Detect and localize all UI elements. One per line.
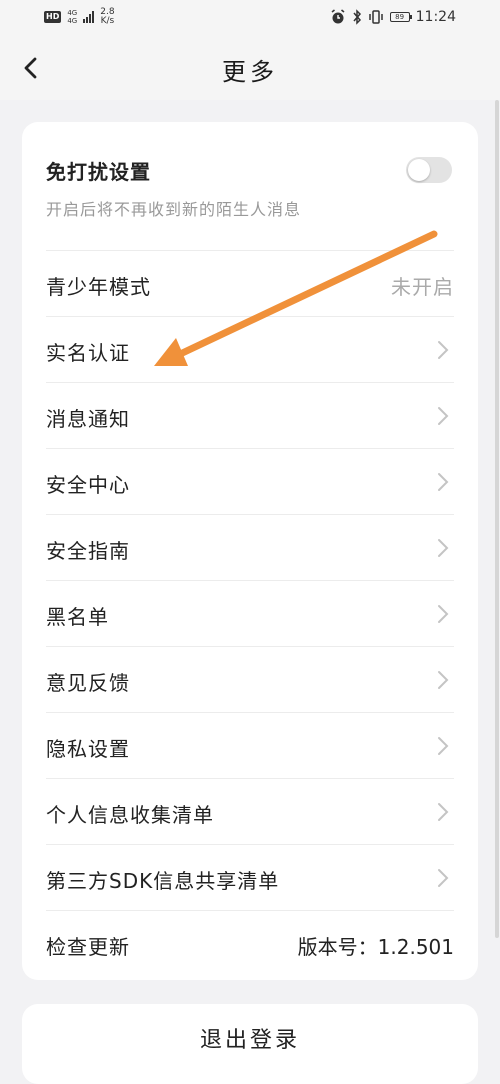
settings-item-label: 意见反馈 (46, 671, 130, 695)
settings-item-personal-info-list[interactable]: 个人信息收集清单 (46, 778, 454, 844)
chevron-right-icon (438, 473, 449, 491)
network-type: 4G 4G (67, 9, 77, 25)
settings-item-third-party-sdk[interactable]: 第三方SDK信息共享清单 (46, 844, 454, 910)
network-type-top: 4G (67, 9, 78, 17)
teen-mode-status: 未开启 (391, 275, 454, 299)
logout-label: 退出登录 (199, 1028, 300, 1053)
do-not-disturb-subtitle: 开启后将不再收到新的陌生人消息 (46, 200, 302, 219)
chevron-right-icon (438, 671, 449, 689)
settings-item-label: 检查更新 (46, 935, 130, 959)
status-bar: HD 4G 4G 2.8 K/s 89 11:24 (0, 0, 500, 36)
chevron-right-icon (438, 341, 449, 359)
settings-item-label: 隐私设置 (46, 737, 130, 761)
chevron-right-icon (438, 605, 449, 623)
status-right: 89 11:24 (330, 9, 456, 25)
settings-item-label: 个人信息收集清单 (46, 803, 214, 827)
alarm-icon (331, 9, 345, 24)
settings-card: 免打扰设置 开启后将不再收到新的陌生人消息 青少年模式 未开启 实名认证 消息通… (22, 122, 478, 980)
bluetooth-icon (353, 9, 361, 25)
chevron-right-icon (438, 803, 449, 821)
settings-item-label: 安全中心 (46, 473, 130, 497)
title-bar: 更多 (0, 36, 500, 100)
settings-item-teen-mode[interactable]: 青少年模式 未开启 (46, 250, 454, 316)
logout-button[interactable]: 退出登录 (22, 1004, 478, 1084)
settings-item-check-update[interactable]: 检查更新 版本号：1.2.501 (46, 910, 454, 976)
settings-item-security-center[interactable]: 安全中心 (46, 448, 454, 514)
settings-item-label: 实名认证 (46, 341, 130, 365)
do-not-disturb-title: 免打扰设置 (46, 160, 151, 184)
network-speed: 2.8 K/s (100, 8, 114, 26)
network-speed-unit: K/s (100, 16, 115, 26)
page-title: 更多 (222, 58, 278, 86)
scrollbar[interactable] (495, 100, 499, 938)
toggle-knob (408, 159, 430, 181)
signal-icon (83, 11, 95, 23)
settings-item-security-guide[interactable]: 安全指南 (46, 514, 454, 580)
battery-icon: 89 (389, 12, 412, 22)
settings-item-label: 第三方SDK信息共享清单 (46, 869, 280, 893)
hd-badge: HD (44, 11, 62, 23)
settings-item-privacy[interactable]: 隐私设置 (46, 712, 454, 778)
settings-item-label: 消息通知 (46, 407, 130, 431)
status-left: HD 4G 4G 2.8 K/s (44, 8, 115, 26)
version-number: 版本号：1.2.501 (297, 935, 454, 959)
chevron-right-icon (438, 869, 449, 887)
status-time: 11:24 (415, 9, 456, 25)
settings-item-feedback[interactable]: 意见反馈 (46, 646, 454, 712)
do-not-disturb-row: 免打扰设置 开启后将不再收到新的陌生人消息 (22, 122, 478, 250)
settings-item-notifications[interactable]: 消息通知 (46, 382, 454, 448)
settings-item-blacklist[interactable]: 黑名单 (46, 580, 454, 646)
settings-item-label: 青少年模式 (46, 275, 151, 299)
chevron-right-icon (438, 539, 449, 557)
settings-item-label: 安全指南 (46, 539, 130, 563)
vibrate-icon (368, 10, 383, 24)
network-type-bottom: 4G (67, 17, 78, 25)
settings-item-real-name[interactable]: 实名认证 (46, 316, 454, 382)
do-not-disturb-toggle[interactable] (406, 157, 452, 183)
settings-item-label: 黑名单 (46, 605, 109, 629)
chevron-right-icon (438, 737, 449, 755)
chevron-right-icon (438, 407, 449, 425)
